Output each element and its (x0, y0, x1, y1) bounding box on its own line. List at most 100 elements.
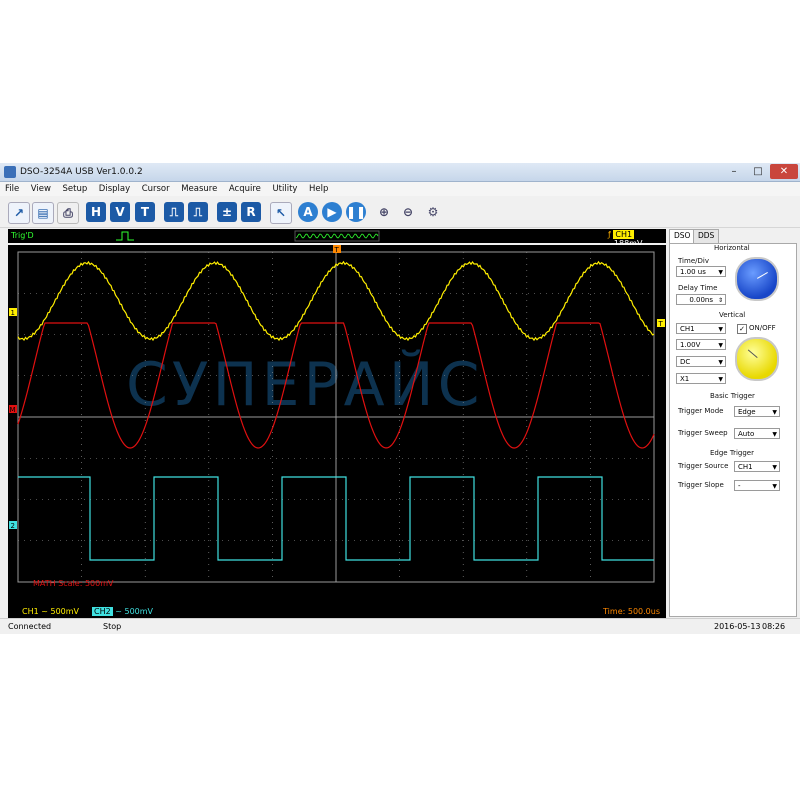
channel-1-icon[interactable]: ⎍ (164, 202, 184, 222)
probe-select[interactable]: X1 ▼ (676, 373, 726, 384)
menu-setup[interactable]: Setup (58, 182, 92, 194)
graticule (17, 251, 655, 583)
close-button[interactable]: ✕ (770, 164, 798, 179)
spin-icon: ⇕ (717, 297, 723, 304)
channel-2-icon[interactable]: ⎍ (188, 202, 208, 222)
horizontal-knob[interactable] (735, 257, 779, 301)
menu-acquire[interactable]: Acquire (224, 182, 265, 194)
edge-trigger-title: Edge Trigger (710, 449, 754, 457)
ch1-marker-label: 1 (11, 309, 15, 317)
menu-view[interactable]: View (26, 182, 55, 194)
chevron-down-icon: ▼ (772, 464, 777, 471)
time-div-select[interactable]: 1.00 us ▼ (676, 266, 726, 277)
menu-utility[interactable]: Utility (267, 182, 301, 194)
settings-icon[interactable]: ⚙ (423, 202, 443, 222)
ch1-scale-value: ~ 500mV (41, 607, 80, 616)
math-icon[interactable]: ± (217, 202, 237, 222)
status-bar: Connected Stop 2016-05-13 08:26 (0, 618, 800, 634)
trigger-channel: CH1 (613, 230, 635, 239)
menu-measure[interactable]: Measure (176, 182, 221, 194)
ch2-scale: CH2 ~ 500mV (92, 607, 153, 616)
ch2-scale-value: ~ 500mV (115, 607, 154, 616)
dso-panel: Horizontal Time/Div 1.00 us ▼ Delay Time … (669, 243, 797, 617)
math-marker-label: M (10, 406, 16, 414)
trigger-sweep-select[interactable]: Auto ▼ (734, 428, 780, 439)
menu-cursor[interactable]: Cursor (137, 182, 174, 194)
pause-icon[interactable]: ❚❚ (346, 202, 366, 222)
basic-trigger-title: Basic Trigger (710, 392, 755, 400)
control-panel: DSO DDS Horizontal Time/Div 1.00 us ▼ Del… (669, 229, 797, 617)
save-icon[interactable]: ▤ (32, 202, 54, 224)
auto-set-icon[interactable]: A (298, 202, 318, 222)
minimize-button[interactable]: – (722, 164, 746, 179)
vertical-button[interactable]: V (110, 202, 130, 222)
chevron-down-icon: ▼ (772, 409, 777, 416)
horizontal-section-title: Horizontal (714, 244, 750, 252)
waveform-canvas[interactable]: 1 M 2 T T MATH Scale: 500mV (8, 245, 666, 605)
trigger-position-marker-label: T (334, 246, 340, 254)
reference-button[interactable]: R (241, 202, 261, 222)
maximize-button[interactable]: □ (746, 164, 770, 179)
time-div-value: 1.00 us (680, 268, 706, 276)
onoff-checkmark: ✓ (739, 325, 745, 333)
chevron-down-icon: ▼ (718, 269, 723, 276)
chevron-down-icon: ▼ (718, 326, 723, 333)
chevron-down-icon: ▼ (718, 376, 723, 383)
cursor-icon[interactable]: ↖ (270, 202, 292, 224)
run-state: Stop (103, 622, 122, 631)
zoom-in-icon[interactable]: ⊕ (374, 202, 394, 222)
delay-time-label: Delay Time (678, 284, 718, 292)
app-icon (4, 166, 16, 178)
ch2-marker-label: 2 (11, 522, 15, 530)
delay-time-input[interactable]: 0.00ns ⇕ (676, 294, 726, 305)
vertical-section-title: Vertical (719, 311, 746, 319)
window-title: DSO-3254A USB Ver1.0.0.2 (20, 167, 143, 177)
probe-value: X1 (680, 375, 690, 383)
scope-display[interactable]: СУПЕРАЙС 1 M 2 T T MATH Scale: 500mV (8, 245, 666, 605)
trigger-button[interactable]: T (135, 202, 155, 222)
oscilloscope-window: DSO-3254A USB Ver1.0.0.2 – □ ✕ File View… (0, 163, 800, 634)
trigger-status-strip: Trig'D ƒ CH1 -188mV (8, 229, 666, 248)
menu-file[interactable]: File (0, 182, 23, 194)
title-bar[interactable]: DSO-3254A USB Ver1.0.0.2 – □ ✕ (0, 163, 800, 182)
ch1-scale-channel: CH1 (22, 607, 39, 616)
trigger-position-strip (116, 230, 380, 242)
vertical-knob[interactable] (735, 337, 779, 381)
status-date: 2016-05-13 (714, 622, 761, 631)
trigger-slope-value: - (738, 482, 741, 490)
trigger-source-select[interactable]: CH1 ▼ (734, 461, 780, 472)
menu-bar: File View Setup Display Cursor Measure A… (0, 182, 800, 196)
channel-scale-bar: CH1 ~ 500mV CH2 ~ 500mV Time: 500.0us (8, 605, 666, 618)
ch2-scale-channel: CH2 (92, 607, 113, 616)
toolbar: ↗ ▤ ⎙ H V T ⎍ ⎍ ± R ↖ A ▶ ❚❚ ⊕ ⊖ ⚙ (0, 197, 800, 228)
time-div-label: Time/Div (678, 257, 709, 265)
connection-status: Connected (8, 622, 52, 631)
trigger-slope-select[interactable]: - ▼ (734, 480, 780, 491)
timebase-readout: Time: 500.0us (603, 607, 660, 616)
horizontal-button[interactable]: H (86, 202, 106, 222)
open-icon[interactable]: ↗ (8, 202, 30, 224)
trigger-slope-label: Trigger Slope (678, 481, 724, 489)
trigger-mode-select[interactable]: Edge ▼ (734, 406, 780, 417)
run-icon[interactable]: ▶ (322, 202, 342, 222)
channel-select[interactable]: CH1 ▼ (676, 323, 726, 334)
memory-window[interactable] (294, 230, 380, 242)
onoff-checkbox[interactable]: ✓ (737, 324, 747, 334)
trigger-sweep-value: Auto (738, 430, 755, 438)
channel-select-value: CH1 (680, 325, 695, 333)
zoom-out-icon[interactable]: ⊖ (398, 202, 418, 222)
menu-help[interactable]: Help (304, 182, 332, 194)
trigger-mode-value: Edge (738, 408, 756, 416)
trigger-source-label: Trigger Source (678, 462, 729, 470)
print-icon[interactable]: ⎙ (57, 202, 79, 224)
status-time: 08:26 (762, 622, 786, 631)
coupling-select[interactable]: DC ▼ (676, 356, 726, 367)
volts-div-select[interactable]: 1.00V ▼ (676, 339, 726, 350)
trigger-slope-symbol: ƒ (608, 230, 611, 239)
trigger-source-value: CH1 (738, 463, 753, 471)
menu-display[interactable]: Display (94, 182, 134, 194)
chevron-down-icon: ▼ (718, 342, 723, 349)
knob-pointer (747, 349, 758, 358)
onoff-label: ON/OFF (749, 324, 776, 332)
math-scale-label: MATH Scale: 500mV (33, 579, 114, 588)
